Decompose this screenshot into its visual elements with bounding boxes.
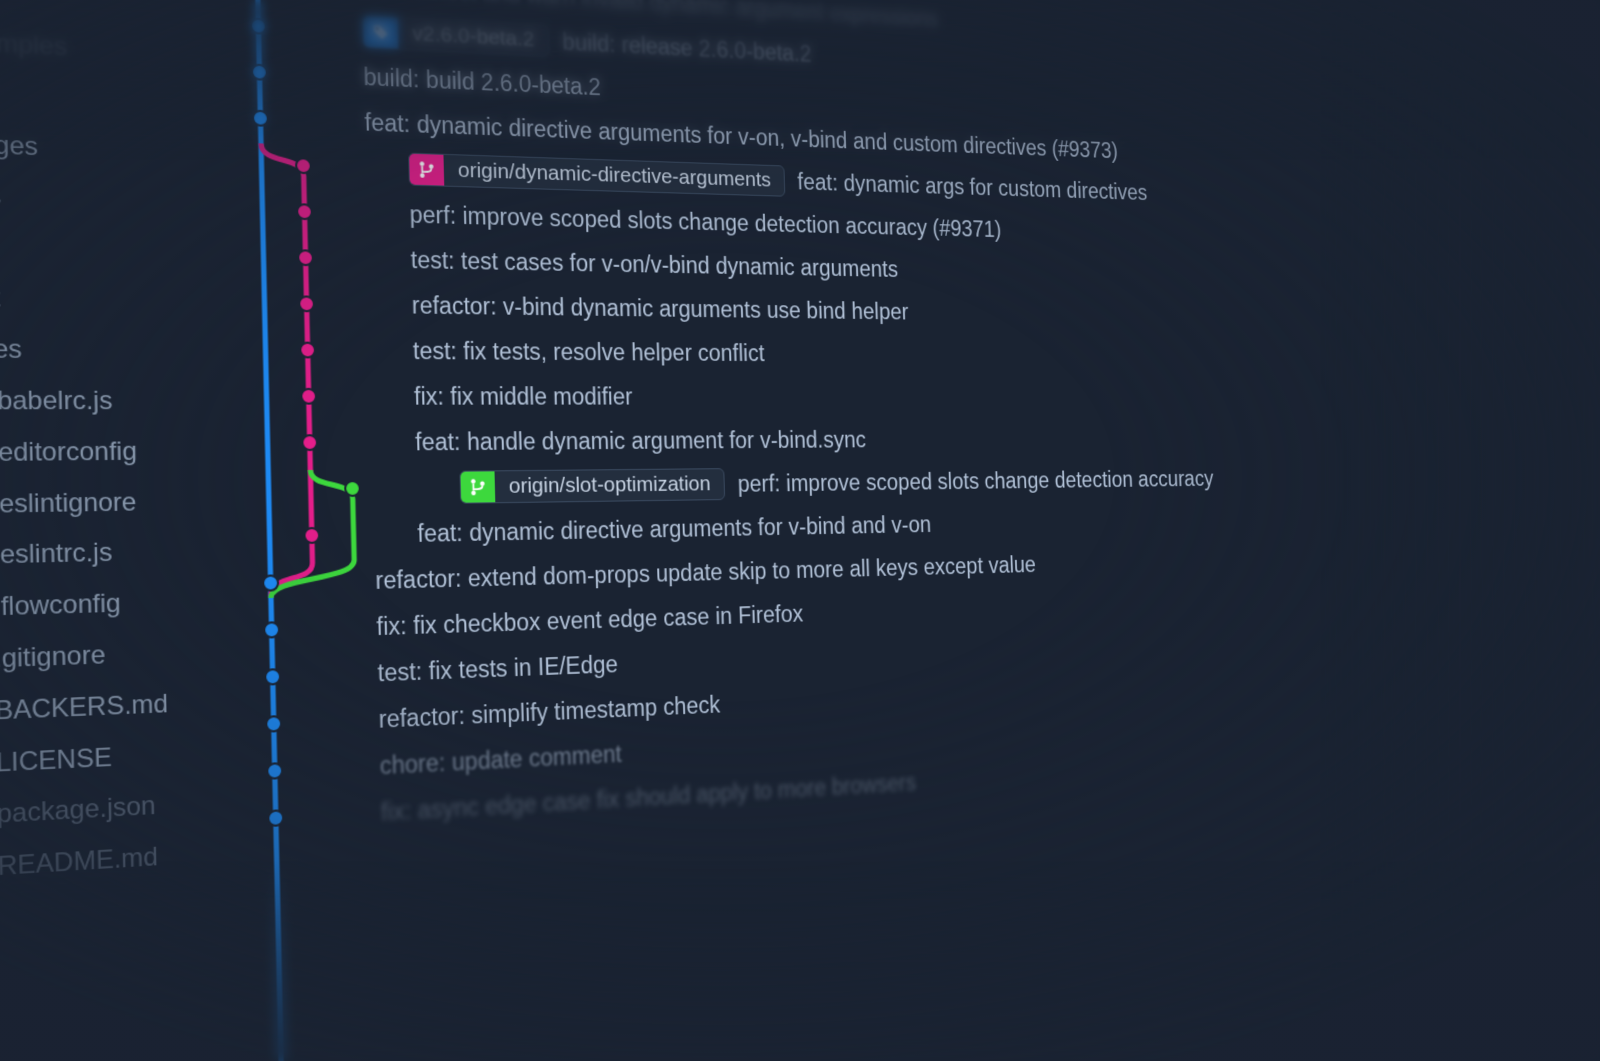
tree-item[interactable]: scripts <box>0 169 220 228</box>
commit-message: feat: dynamic directive arguments for v-… <box>417 511 931 547</box>
branch-tag[interactable]: origin/slot-optimization <box>459 468 725 504</box>
tree-item[interactable]: types <box>0 324 223 377</box>
commit-message: build: build 2.6.0-beta.2 <box>363 63 601 101</box>
tree-item-label: .gitignore <box>0 631 106 686</box>
tree-item[interactable]: test <box>0 272 222 327</box>
tag-label: origin/dynamic-directive-arguments <box>443 155 784 196</box>
commit-message: chore: update comment <box>379 740 622 780</box>
commit-message: refactor: simplify timestamp check <box>378 691 720 734</box>
commit-message: test: fix tests in IE/Edge <box>377 650 618 687</box>
tree-item[interactable]: .eslintignore <box>0 477 227 532</box>
tree-item-label: .eslintignore <box>0 478 137 531</box>
tree-item[interactable]: src <box>0 221 221 278</box>
tree-item-label: scripts <box>0 170 2 223</box>
commit-message: build: release 2.6.0-beta.2 <box>562 28 812 67</box>
commit-message: fix: fix middle modifier <box>414 382 633 410</box>
commit-list: build: build 2.6.0-beta.3build: fix feat… <box>213 0 1600 844</box>
commit-message: feat: dynamic args for custom directives <box>797 168 1148 205</box>
commit-message: test: test cases for v-on/v-bind dynamic… <box>410 246 898 282</box>
git-graph-panel: build: build 2.6.0-beta.3build: fix feat… <box>212 0 1600 1061</box>
tree-item[interactable]: README.md <box>0 828 234 900</box>
file-tree: githubbenchmarksdistexamplesflowpackages… <box>0 0 244 1061</box>
tree-item-label: packages <box>0 118 38 173</box>
commit-message: test: fix tests, resolve helper conflict <box>413 337 765 367</box>
commit-message: fix: fix checkbox event edge case in Fir… <box>376 600 803 641</box>
tree-item-label: .babelrc.js <box>0 376 113 427</box>
commit-message: perf: improve scoped slots change detect… <box>409 200 1001 242</box>
tag-label: origin/slot-optimization <box>495 469 725 502</box>
commit-message: feat: handle dynamic argument for v-bind… <box>415 426 866 456</box>
tree-item[interactable]: .editorconfig <box>0 427 226 480</box>
tree-item-label: types <box>0 325 22 377</box>
branch-icon <box>409 154 444 186</box>
tree-item-label: examples <box>0 18 68 74</box>
tag-label: v2.6.0-beta.2 <box>398 18 549 56</box>
tree-item-label: BACKERS.md <box>0 679 169 737</box>
tree-item-label: .editorconfig <box>0 427 137 479</box>
tree-item-label: .eslintrc.js <box>0 529 113 583</box>
tree-item-label: README.md <box>0 833 159 894</box>
branch-icon <box>460 471 495 502</box>
tree-item-label: package.json <box>0 782 156 842</box>
commit-message: perf: improve scoped slots change detect… <box>737 466 1214 498</box>
branch-tag[interactable]: origin/dynamic-directive-arguments <box>408 153 785 197</box>
tag-icon <box>363 16 398 49</box>
tree-item-label: LICENSE <box>0 733 112 790</box>
tree-item[interactable]: .babelrc.js <box>0 376 225 428</box>
release-tag[interactable]: v2.6.0-beta.2 <box>362 15 549 57</box>
commit-row[interactable]: fix: fix middle modifier <box>370 373 1600 419</box>
commit-message: refactor: v-bind dynamic arguments use b… <box>411 291 908 325</box>
tree-item[interactable]: .eslintrc.js <box>0 527 228 585</box>
tree-item-label: .flowconfig <box>0 579 121 634</box>
